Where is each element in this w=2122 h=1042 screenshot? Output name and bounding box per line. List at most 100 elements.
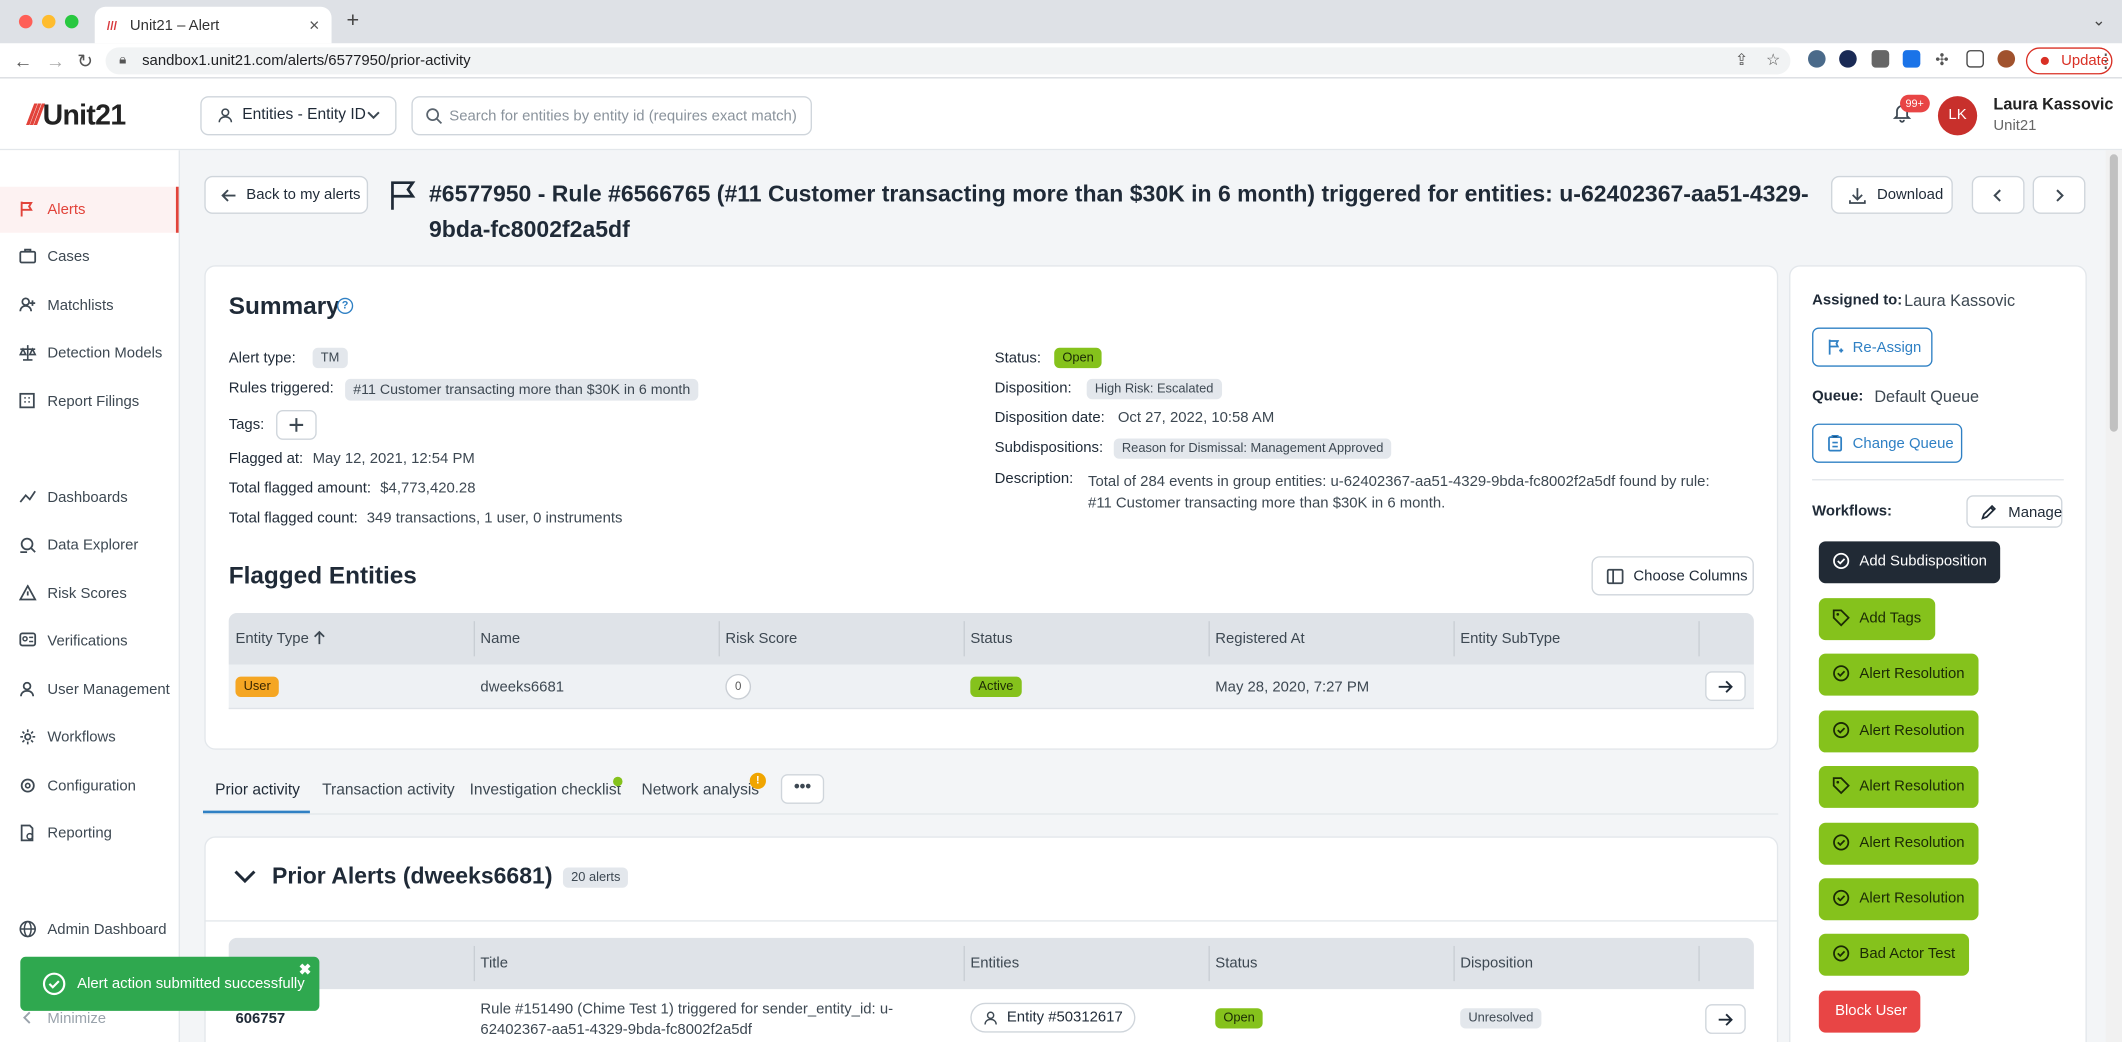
extension-3-icon[interactable] <box>1871 50 1890 68</box>
extension-2-icon[interactable] <box>1839 50 1857 68</box>
user-plus-icon <box>19 296 37 312</box>
tab-search-chevron-icon[interactable]: ⌄ <box>2092 11 2106 30</box>
back-to-alerts-button[interactable]: Back to my alerts <box>204 175 369 214</box>
reload-icon[interactable]: ↻ <box>77 50 93 73</box>
sidebar-item-report-filings[interactable]: Report Filings <box>0 379 179 425</box>
sidebar-item-admin-dashboard[interactable]: Admin Dashboard <box>0 907 179 953</box>
alert-title[interactable]: Rule #151490 (Chime Test 1) triggered fo… <box>480 1000 954 1041</box>
download-button[interactable]: Download <box>1831 175 1953 214</box>
tab-network-analysis[interactable]: Network analysis <box>641 782 759 798</box>
scrollbar-thumb[interactable] <box>2109 154 2118 432</box>
column-header-risk-score[interactable]: Risk Score <box>725 631 797 647</box>
new-tab-icon[interactable]: + <box>346 9 359 33</box>
disposition-badge: High Risk: Escalated <box>1086 378 1222 400</box>
extension-1-icon[interactable] <box>1808 50 1826 68</box>
tab-transaction-activity[interactable]: Transaction activity <box>322 782 455 798</box>
status-badge: Open <box>1054 347 1102 369</box>
more-tabs-button[interactable]: ••• <box>780 774 825 804</box>
maximize-window-button[interactable] <box>64 14 79 29</box>
manage-workflows-button[interactable]: Manage <box>1966 495 2063 528</box>
column-header-entity-subtype[interactable]: Entity SubType <box>1460 631 1560 647</box>
assigned-to-value: Laura Kassovic <box>1904 290 2016 310</box>
column-header-disposition[interactable]: Disposition <box>1460 955 1533 971</box>
user-org: Unit21 <box>1993 117 2037 134</box>
workflow-alert-resolution-button[interactable]: Alert Resolution <box>1818 653 1979 696</box>
sidebar-item-reporting[interactable]: Reporting <box>0 811 179 857</box>
browser-menu-icon[interactable]: ⋮ <box>2096 50 2115 73</box>
column-header-entities[interactable]: Entities <box>970 955 1019 971</box>
tab-investigation-checklist[interactable]: Investigation checklist <box>470 782 621 798</box>
extension-4-icon[interactable] <box>1902 50 1921 68</box>
sidebar: Alerts Cases Matchlists Detection Models… <box>0 150 180 1042</box>
check-circle-icon <box>1832 945 1850 963</box>
column-header-registered-at[interactable]: Registered At <box>1215 631 1304 647</box>
back-arrow-icon[interactable]: ← <box>14 50 33 72</box>
user-name[interactable]: Laura Kassovic <box>1993 95 2113 114</box>
entity-search-input[interactable]: Search for entities by entity id (requir… <box>411 96 812 136</box>
workflow-add-subdisposition-button[interactable]: Add Subdisposition <box>1818 541 2001 584</box>
close-window-button[interactable] <box>18 14 33 29</box>
workflow-bad-actor-test-button[interactable]: Bad Actor Test <box>1818 933 1969 976</box>
column-header-name[interactable]: Name <box>480 631 520 647</box>
change-queue-button[interactable]: Change Queue <box>1812 423 1963 463</box>
choose-columns-button[interactable]: Choose Columns <box>1591 556 1754 596</box>
sidebar-item-cases[interactable]: Cases <box>0 234 179 280</box>
sidebar-item-data-explorer[interactable]: Data Explorer <box>0 522 179 568</box>
close-tab-icon[interactable]: × <box>309 15 319 35</box>
workflow-alert-resolution-button[interactable]: Alert Resolution <box>1818 822 1979 865</box>
avatar[interactable]: LK <box>1937 96 1978 136</box>
column-header-entity-type[interactable]: Entity Type <box>235 631 308 647</box>
open-entity-button[interactable] <box>1705 671 1746 702</box>
table-row[interactable]: User dweeks6681 0 Active May 28, 2020, 7… <box>228 664 1754 710</box>
workflow-alert-resolution-button[interactable]: Alert Resolution <box>1818 878 1979 921</box>
workflow-block-user-button[interactable]: Block User <box>1818 990 1921 1033</box>
sidebar-item-verifications[interactable]: Verifications <box>0 618 179 664</box>
column-header-title[interactable]: Title <box>480 955 508 971</box>
open-alert-button[interactable] <box>1705 1004 1746 1034</box>
column-header-status[interactable]: Status <box>970 631 1012 647</box>
entity-chip[interactable]: Entity #50312617 <box>970 1002 1135 1033</box>
sidebar-item-matchlists[interactable]: Matchlists <box>0 283 179 329</box>
previous-alert-button[interactable] <box>1971 175 2025 214</box>
summary-title: Summary <box>228 292 340 320</box>
unit21-logo[interactable]: ///Unit21 <box>27 100 126 132</box>
sort-ascending-icon[interactable] <box>313 630 327 646</box>
rule-badge[interactable]: #11 Customer transacting more than $30K … <box>345 378 699 401</box>
sidebar-item-alerts[interactable]: Alerts <box>0 186 179 233</box>
toast-message: Alert action submitted successfully <box>77 975 305 992</box>
flagged-at-label: Flagged at: <box>228 450 304 467</box>
sidebar-item-user-management[interactable]: User Management <box>0 667 179 713</box>
description-label: Description: <box>994 470 1074 488</box>
next-alert-button[interactable] <box>2032 175 2086 214</box>
browser-tab[interactable]: /// Unit21 – Alert × <box>94 6 332 44</box>
share-icon[interactable]: ⇪ <box>1735 50 1749 69</box>
column-divider <box>473 621 476 657</box>
url-field[interactable]: 🔒︎ sandbox1.unit21.com/alerts/6577950/pr… <box>105 47 1791 75</box>
tab-prior-activity[interactable]: Prior activity <box>215 782 300 798</box>
workflow-alert-resolution-button[interactable]: Alert Resolution <box>1818 710 1979 753</box>
check-circle-icon <box>42 972 66 996</box>
workflow-alert-resolution-button[interactable]: Alert Resolution <box>1818 765 1979 808</box>
profile-avatar-icon[interactable] <box>1997 50 2016 68</box>
add-tag-button[interactable] <box>276 410 317 440</box>
sidebar-item-workflows[interactable]: Workflows <box>0 715 179 761</box>
close-toast-icon[interactable]: ✖ <box>299 961 311 978</box>
minimize-window-button[interactable] <box>41 14 56 29</box>
reassign-button[interactable]: Re-Assign <box>1812 327 1933 367</box>
chevron-down-icon[interactable] <box>233 867 257 886</box>
entity-type-select[interactable]: Entities - Entity ID <box>200 96 397 136</box>
panel-divider <box>1812 479 2064 481</box>
sidebar-item-detection-models[interactable]: Detection Models <box>0 330 179 376</box>
reassign-flag-icon <box>1827 338 1845 356</box>
sidebar-item-configuration[interactable]: Configuration <box>0 763 179 809</box>
help-icon[interactable]: ? <box>336 297 354 314</box>
forward-arrow-icon[interactable]: → <box>46 50 65 72</box>
workflow-add-tags-button[interactable]: Add Tags <box>1818 598 1935 641</box>
column-header-status[interactable]: Status <box>1215 955 1257 971</box>
sidebar-item-dashboards[interactable]: Dashboards <box>0 475 179 521</box>
table-row[interactable]: 606757 Rule #151490 (Chime Test 1) trigg… <box>228 989 1754 1042</box>
sidepanel-icon[interactable] <box>1966 50 1984 68</box>
sidebar-item-risk-scores[interactable]: Risk Scores <box>0 571 179 617</box>
bookmark-star-icon[interactable]: ☆ <box>1766 50 1781 69</box>
extensions-puzzle-icon[interactable]: ✣ <box>1935 50 1949 69</box>
